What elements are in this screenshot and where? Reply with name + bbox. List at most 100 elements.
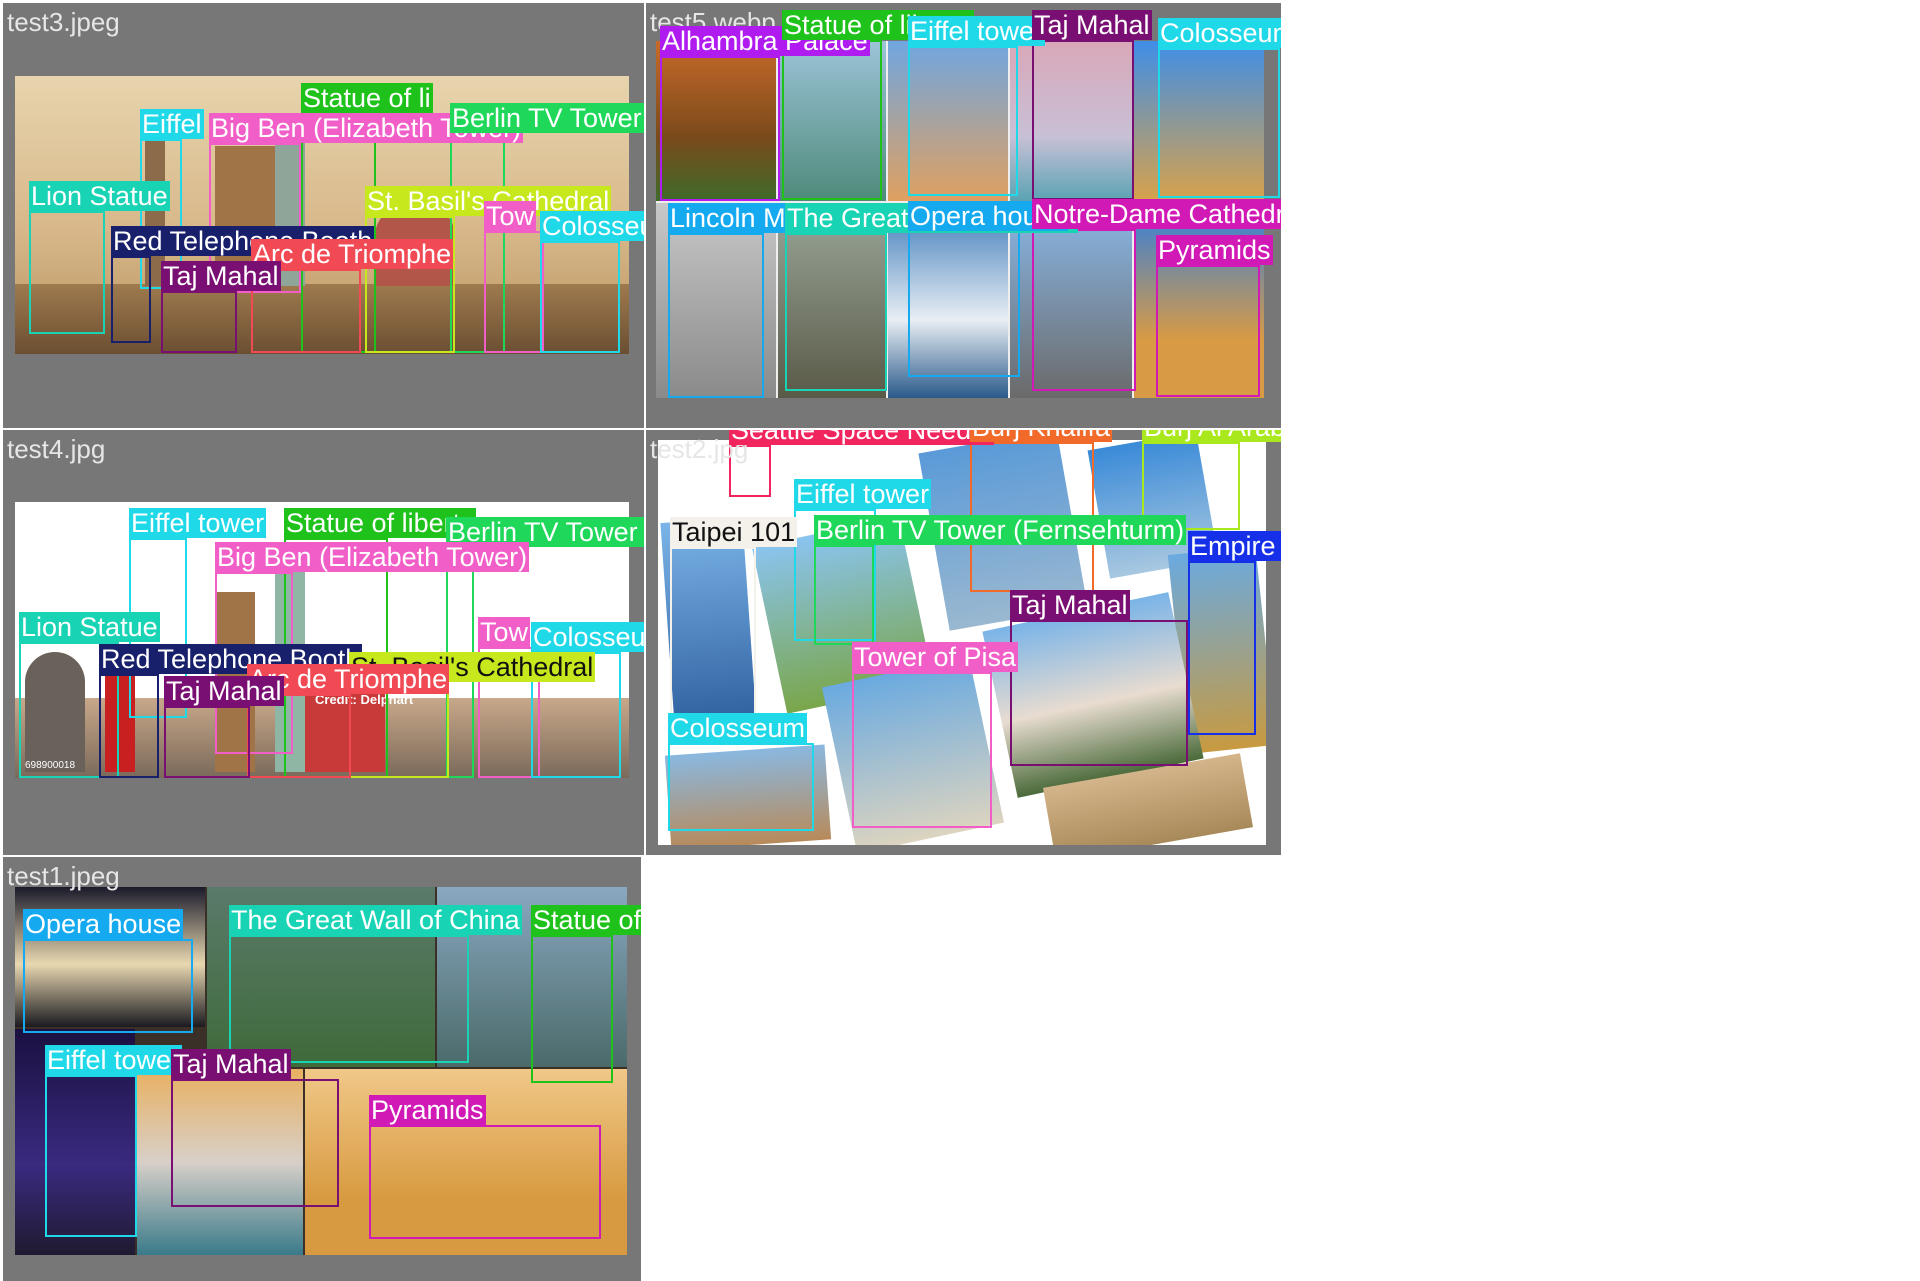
bounding-box bbox=[99, 674, 159, 778]
detection-taj-mahal: Taj Mahal bbox=[171, 1049, 339, 1207]
detection-label: Eiffel tower bbox=[794, 479, 932, 509]
panel-filename: test4.jpg bbox=[7, 434, 106, 464]
detection-great-wall: The Great Wall of China bbox=[785, 203, 1078, 391]
bounding-box bbox=[1032, 40, 1134, 200]
detection-label: Taj Mahal bbox=[1010, 590, 1130, 620]
bounding-box bbox=[814, 545, 874, 645]
detection-label: Burj Khalifa bbox=[970, 430, 1113, 442]
detection-st-basils: St. Basil's Cathedral bbox=[365, 186, 612, 353]
bounding-box bbox=[23, 939, 193, 1033]
bounding-box bbox=[785, 233, 887, 391]
result-panel-test4: test4.jpg Credit: Delphart 698900018 Eif… bbox=[3, 430, 644, 855]
detection-st-basils: St. Basil's Cathedral bbox=[349, 652, 596, 778]
detection-red-telephone-booth: Red Telephone Booth bbox=[99, 644, 363, 778]
bounding-box bbox=[29, 211, 105, 334]
detection-label: Eiffel tower bbox=[45, 1045, 183, 1075]
bounding-box bbox=[908, 46, 1018, 196]
detection-label: Big Ben (Elizabeth Tower) bbox=[215, 542, 530, 572]
bounding-box bbox=[908, 231, 1020, 377]
panel-filename: test1.jpeg bbox=[7, 861, 120, 891]
detection-red-telephone-booth: Red Telephone Booth bbox=[111, 226, 375, 343]
detection-label: Pyramids bbox=[369, 1095, 486, 1125]
detection-label: Colosseum bbox=[531, 622, 644, 652]
detection-label: Lion Statue bbox=[19, 612, 160, 642]
detection-lincoln: Lincoln Memorial bbox=[668, 203, 877, 398]
detection-eiffel-tower: Eiffel tower bbox=[45, 1045, 183, 1237]
detection-label: The Great Wall of China bbox=[229, 905, 522, 935]
detection-pyramids: Pyramids bbox=[1156, 235, 1273, 397]
detection-taj-mahal: Taj Mahal bbox=[164, 676, 284, 778]
bounding-box bbox=[1158, 48, 1280, 198]
detection-lion-statue: Lion Statue bbox=[29, 181, 170, 334]
detection-label: Berlin TV Tower (Fernsehturm) bbox=[450, 103, 644, 133]
detection-taipei-101: Taipei 101 bbox=[670, 517, 798, 725]
detection-label: Opera house bbox=[23, 909, 184, 939]
bounding-box bbox=[1156, 265, 1260, 397]
detection-label: Notre-Dame Cathedral bbox=[1032, 199, 1281, 229]
detection-taj-mahal: Taj Mahal bbox=[1010, 590, 1188, 766]
bounding-box bbox=[670, 547, 756, 725]
detection-label: Taipei 101 bbox=[670, 517, 798, 547]
bounding-box bbox=[365, 216, 455, 353]
result-panel-test5: test5.webp Alhambra Palace Statue of lib… bbox=[646, 3, 1281, 428]
detection-tower-of-pisa: Tower of Pisa bbox=[852, 642, 1019, 828]
bounding-box bbox=[111, 256, 151, 343]
detection-colosseum: Colosseum bbox=[1158, 18, 1281, 198]
detection-empire-state-building: Empire State building bbox=[1188, 531, 1281, 735]
bounding-box bbox=[1032, 229, 1136, 391]
bounding-box bbox=[369, 1125, 601, 1239]
detection-label: Taj Mahal bbox=[1032, 10, 1152, 40]
detection-label: Taj Mahal bbox=[171, 1049, 291, 1079]
detection-great-wall: The Great Wall of China bbox=[229, 905, 522, 1063]
detection-label: Statue of liberty bbox=[531, 905, 641, 935]
bounding-box bbox=[782, 40, 882, 200]
detection-label: Tower of Pisa bbox=[852, 642, 1019, 672]
detection-label: Tow bbox=[484, 201, 537, 231]
detection-alhambra: Alhambra Palace bbox=[660, 26, 870, 201]
detection-label: Eiffel tower bbox=[908, 16, 1046, 46]
detection-taj-mahal: Taj Mahal bbox=[1032, 10, 1152, 200]
detection-label: Eiffel bbox=[140, 109, 204, 139]
detection-label: Colosseum bbox=[668, 713, 808, 743]
bounding-box bbox=[668, 233, 764, 398]
detection-colosseum: Colosseum bbox=[668, 713, 814, 831]
panel-filename: test3.jpeg bbox=[7, 7, 120, 37]
detection-statue-of-liberty: Statue of liberty bbox=[531, 905, 641, 1083]
bounding-box bbox=[161, 291, 237, 353]
detection-label: Tow bbox=[478, 617, 531, 647]
detection-label: Colosseum bbox=[1158, 18, 1281, 48]
detection-eiffel-tower: Eiffel tower bbox=[908, 16, 1046, 196]
bounding-box bbox=[1188, 561, 1256, 735]
detection-label: Lion Statue bbox=[29, 181, 170, 211]
detection-label: Pyramids bbox=[1156, 235, 1273, 265]
detection-label: Taj Mahal bbox=[161, 261, 281, 291]
bounding-box bbox=[164, 706, 250, 778]
detection-colosseum: Colosseum bbox=[540, 211, 644, 353]
detection-label: Taj Mahal bbox=[164, 676, 284, 706]
detection-label: Burj Al Arab bbox=[1142, 430, 1281, 442]
detection-label: Arc de Triomphe bbox=[251, 239, 454, 269]
detection-arc-de-triomphe: Arc de Triomphe bbox=[247, 664, 450, 778]
detection-pyramids: Pyramids bbox=[369, 1095, 601, 1239]
detection-tow: Tow bbox=[484, 201, 544, 353]
bounding-box bbox=[229, 935, 469, 1063]
bounding-box bbox=[247, 694, 351, 778]
detection-taj-mahal: Taj Mahal bbox=[161, 261, 281, 353]
detection-label: Berlin TV Tower (Fernsehturm) bbox=[814, 515, 1187, 545]
bounding-box bbox=[668, 743, 814, 831]
detection-label: Seattle Space Needle bbox=[729, 430, 995, 445]
result-panel-test3: test3.jpeg Eiffel Statue of li Big Ben (… bbox=[3, 3, 644, 428]
bounding-box bbox=[852, 672, 992, 828]
bounding-box bbox=[540, 241, 620, 353]
result-panel-test2: test2.jpg Seattle Space Needle Burj Khal… bbox=[646, 430, 1281, 855]
bounding-box bbox=[1010, 620, 1188, 766]
bounding-box bbox=[45, 1075, 137, 1237]
bounding-box bbox=[484, 231, 544, 353]
bounding-box bbox=[171, 1079, 339, 1207]
result-panel-test1: test1.jpeg Opera house The Great Wall of… bbox=[3, 857, 641, 1281]
bounding-box bbox=[349, 682, 449, 778]
detection-label: Eiffel tower bbox=[129, 508, 267, 538]
detection-notre-dame: Notre-Dame Cathedral bbox=[1032, 199, 1281, 391]
detection-label: Empire State building bbox=[1188, 531, 1281, 561]
bounding-box bbox=[531, 935, 613, 1083]
